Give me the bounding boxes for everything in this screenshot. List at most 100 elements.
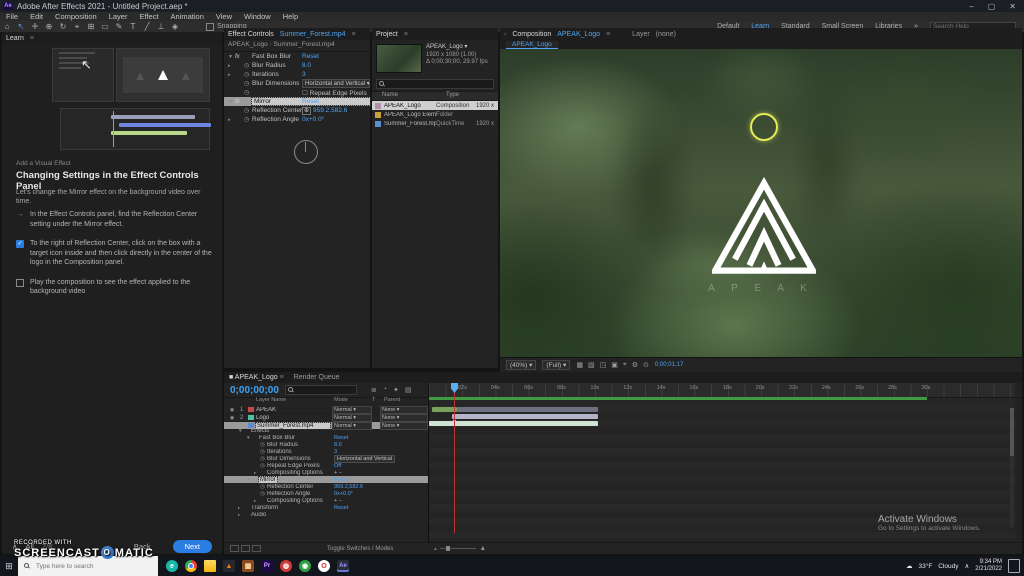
property-value[interactable]: 959.2,582.6 xyxy=(302,107,347,114)
shy-layers-icon[interactable]: ✦ xyxy=(393,386,399,394)
effect-property-row[interactable]: ▸ ◷ Iterations 3 xyxy=(224,70,370,79)
taskbar-app-green-icon[interactable]: ◉ xyxy=(299,560,311,572)
stopwatch-icon[interactable]: ◷ xyxy=(260,484,267,490)
camera-tool-icon[interactable]: ⌖ xyxy=(70,22,84,32)
layer-name[interactable]: Logo xyxy=(256,415,328,421)
lesson-step[interactable]: → In the Effect Controls panel, find the… xyxy=(16,210,212,229)
zoom-in-icon[interactable]: ▲ xyxy=(479,545,486,552)
learn-panel-tab[interactable]: Learn xyxy=(6,35,24,42)
stopwatch-icon[interactable]: ◷ xyxy=(244,62,252,69)
camera-settings-icon[interactable]: ⌖ xyxy=(623,361,627,369)
panel-menu-icon[interactable]: ≡ xyxy=(606,31,610,38)
menu-item[interactable]: Animation xyxy=(165,12,210,21)
property-value[interactable]: Reset xyxy=(334,435,348,441)
effect-property-row[interactable]: ▼ fx Mirror Reset xyxy=(224,97,370,106)
close-button[interactable]: ✕ xyxy=(1009,2,1016,11)
timeline-property-row[interactable]: ◷ Repeat Edge Pixels Off xyxy=(224,462,428,469)
parent-link-dropdown[interactable]: None ▾ xyxy=(380,406,428,414)
step-marker-icon[interactable]: ✓ xyxy=(16,240,24,248)
APEAK_Logo Elemen[interactable]: APEAK_Logo Elemen Folder xyxy=(372,110,498,119)
brush-tool-icon[interactable]: ╱ xyxy=(140,22,154,32)
snapshot-icon[interactable]: ⊙ xyxy=(643,361,649,369)
timeline-vertical-scrollbar[interactable] xyxy=(1010,408,1014,528)
graph-editor-icon[interactable]: ▤ xyxy=(405,386,412,394)
property-value[interactable]: Off xyxy=(334,463,341,469)
composition-tab[interactable]: Composition xyxy=(512,31,551,38)
timeline-property-row[interactable]: ◷ Iterations 3 xyxy=(224,448,428,455)
menu-item[interactable]: Edit xyxy=(24,12,49,21)
taskbar-edge-icon[interactable]: e xyxy=(166,560,178,572)
timeline-search[interactable] xyxy=(285,385,357,395)
effect-property-row[interactable]: ▼ fx Fast Box Blur Reset xyxy=(224,52,370,61)
timeline-property-row[interactable]: ◷ Reflection Center 959.2,582.6 xyxy=(224,483,428,490)
taskbar-opera-icon[interactable]: O xyxy=(318,560,330,572)
cloud-weather-icon[interactable]: ☁ xyxy=(906,562,913,570)
twirl-icon[interactable]: ▸ xyxy=(254,498,260,504)
property-value[interactable]: 0x+0.0° xyxy=(302,116,324,123)
property-value[interactable]: Reset xyxy=(302,98,319,105)
panel-menu-icon[interactable]: ≡ xyxy=(30,35,34,42)
stopwatch-icon[interactable]: ◷ xyxy=(260,463,267,469)
column-type[interactable]: Type xyxy=(446,92,486,100)
hand-tool-icon[interactable]: ✛ xyxy=(28,22,42,32)
step-marker-icon[interactable]: → xyxy=(16,211,24,219)
type-tool-icon[interactable]: T xyxy=(126,22,140,32)
project-search-input[interactable] xyxy=(385,81,493,88)
property-value[interactable]: 0x+0.0° xyxy=(334,491,353,497)
stopwatch-icon[interactable]: ◷ xyxy=(260,456,267,462)
dropdown-arrow-icon[interactable]: ▾ xyxy=(464,44,467,50)
stopwatch-icon[interactable]: ◷ xyxy=(244,116,252,123)
twirl-icon[interactable]: ▼ xyxy=(228,54,235,60)
puppet-pin-tool-icon[interactable]: ⊥ xyxy=(154,22,168,32)
property-value[interactable]: Reset xyxy=(302,53,319,60)
taskbar-chrome-icon[interactable] xyxy=(185,560,197,572)
selection-tool-icon[interactable]: ↖ xyxy=(14,22,28,32)
weather-desc[interactable]: Cloudy xyxy=(938,563,958,570)
preview-timecode[interactable]: 0;00;01;17 xyxy=(655,362,683,368)
timeline-property-row[interactable]: ◷ Blur Radius 8.0 xyxy=(224,441,428,448)
property-value[interactable]: Reset xyxy=(334,477,348,483)
composition-mini-flowchart-icon[interactable]: ≣ xyxy=(371,386,377,394)
timeline-property-row[interactable]: ▸ Compositing Options + − xyxy=(224,497,428,504)
twirl-icon[interactable]: ▸ xyxy=(228,117,235,123)
timeline-property-row[interactable]: ▼ Fast Box Blur Reset xyxy=(224,434,428,441)
timeline-comp-tab[interactable]: ■ APEAK_Logo ≡ xyxy=(229,374,284,381)
timeline-property-row[interactable]: ▸ Transform Reset xyxy=(224,504,428,511)
taskbar-app-red-icon[interactable]: ◍ xyxy=(280,560,292,572)
menu-item[interactable]: Effect xyxy=(133,12,164,21)
parent-link-dropdown[interactable]: None ▾ xyxy=(380,414,428,422)
pan-behind-tool-icon[interactable]: ⊞ xyxy=(84,22,98,32)
visibility-audio-icons[interactable]: ◉ xyxy=(224,415,240,421)
twirl-icon[interactable]: ▸ xyxy=(228,63,235,69)
twirl-icon[interactable]: ▸ xyxy=(238,505,244,511)
draft-3d-icon[interactable]: ◔ xyxy=(383,386,387,394)
transparency-grid-icon[interactable]: ▣ xyxy=(611,361,618,369)
mask-toggle-icon[interactable]: ▧ xyxy=(588,361,595,369)
composition-viewport[interactable]: A P E A K xyxy=(500,49,1022,357)
taskbar-premiere-icon[interactable]: Pr xyxy=(261,560,273,572)
twirl-icon[interactable]: ▼ xyxy=(228,99,235,105)
stopwatch-icon[interactable]: ◷ xyxy=(260,449,267,455)
twirl-icon[interactable]: ▸ xyxy=(228,72,235,78)
twirl-icon[interactable]: ▸ xyxy=(254,470,260,476)
timeline-search-input[interactable] xyxy=(288,386,370,395)
effect-property-row[interactable]: ◷ Repeat Edge Pixels xyxy=(224,88,370,97)
taskbar-after-effects-icon[interactable]: Ae xyxy=(337,560,349,572)
composition-nav-tab[interactable]: APEAK_Logo xyxy=(506,41,558,49)
property-value[interactable]: Horizontal and Vertical ▾ xyxy=(302,79,370,88)
magnification-dropdown[interactable]: (40%) ▾ xyxy=(506,360,536,370)
column-layer-name[interactable]: Layer Name xyxy=(256,397,286,403)
property-value[interactable]: 8.0 xyxy=(302,62,311,69)
stopwatch-icon[interactable]: ◷ xyxy=(244,89,252,96)
column-name[interactable]: Name xyxy=(372,92,446,100)
effect-property-row[interactable]: ▸ ◷ Reflection Angle 0x+0.0° xyxy=(224,115,370,124)
home-icon[interactable]: ⌂ xyxy=(0,22,14,32)
Summer_Forest.mp4[interactable]: Summer_Forest.mp4 QuickTime 1920 x xyxy=(372,119,498,128)
timeline-property-row[interactable]: ▸ Audio xyxy=(224,511,428,518)
timeline-footer-toggles[interactable] xyxy=(224,545,267,552)
property-value[interactable]: Repeat Edge Pixels xyxy=(302,89,367,97)
stopwatch-icon[interactable]: ◷ xyxy=(244,71,252,78)
zoom-out-icon[interactable]: ▲ xyxy=(433,546,437,551)
stopwatch-icon[interactable]: ◷ xyxy=(260,491,267,497)
maximize-button[interactable]: ▢ xyxy=(988,2,996,11)
